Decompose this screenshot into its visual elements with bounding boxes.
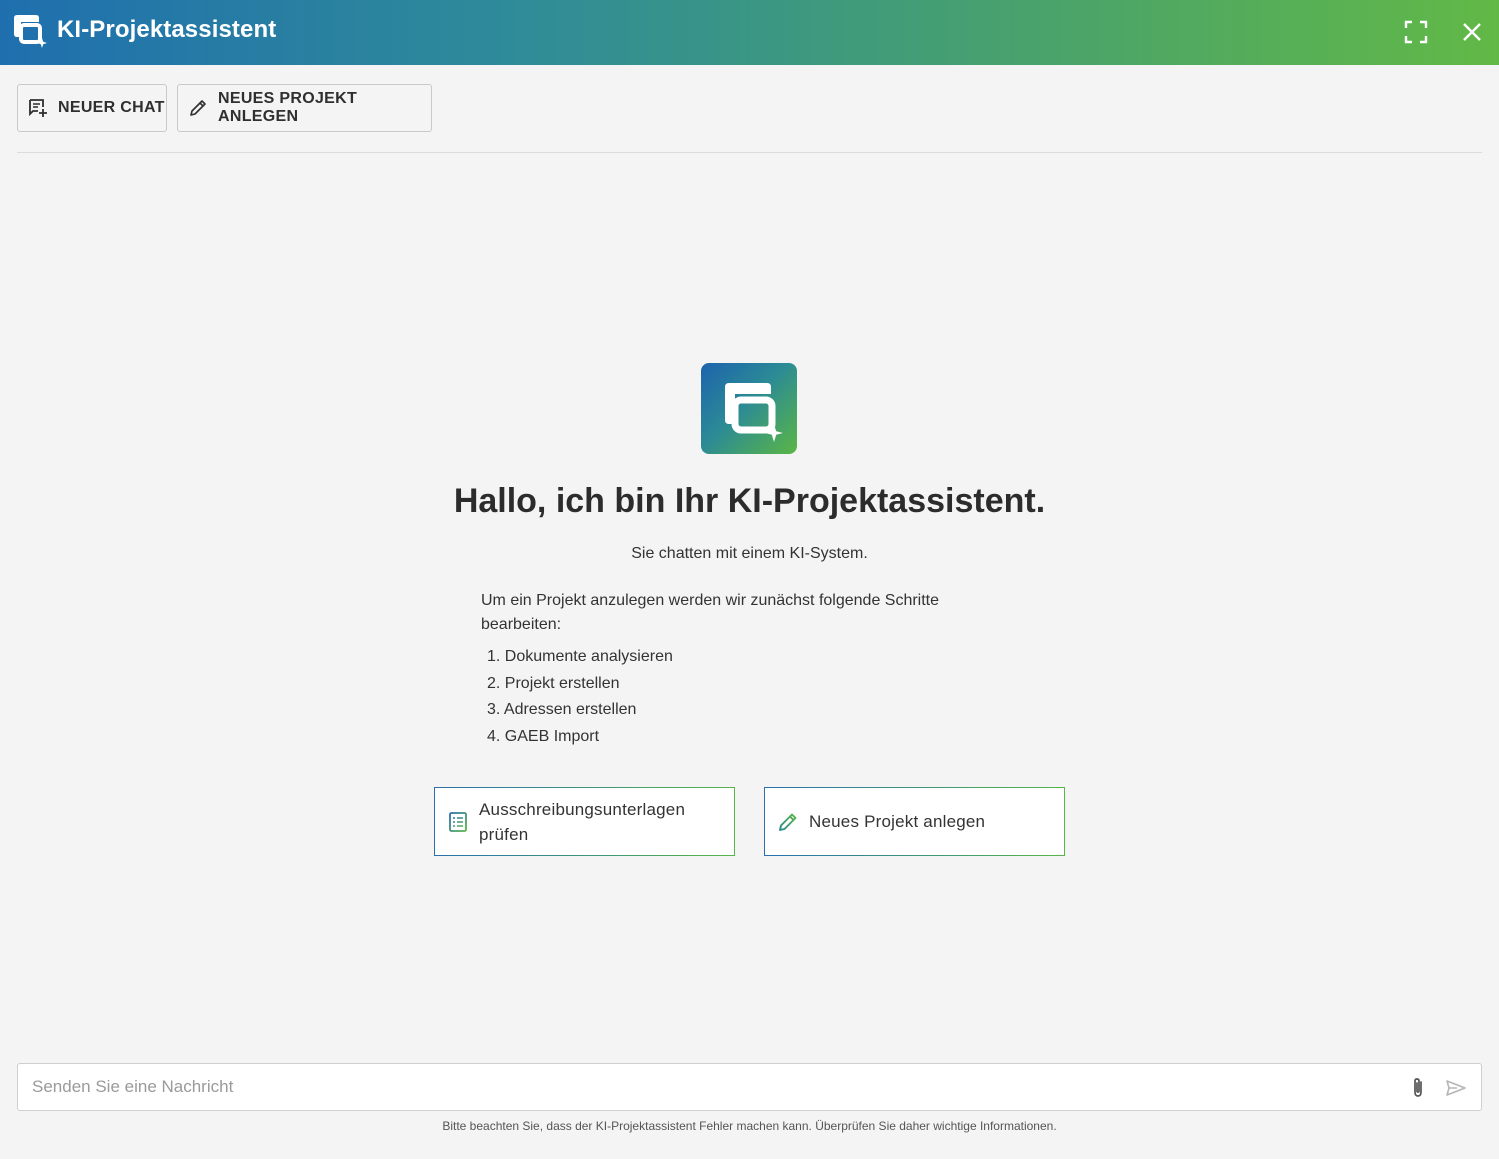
message-input[interactable]	[32, 1064, 1392, 1110]
new-project-button[interactable]: NEUES PROJEKT ANLEGEN	[177, 84, 432, 132]
window-title: KI-Projektassistent	[57, 16, 277, 43]
send-icon	[1446, 1080, 1466, 1096]
list-item: 2. Projekt erstellen	[487, 674, 620, 692]
welcome-title: Hallo, ich bin Ihr KI-Projektassistent.	[453, 482, 1046, 520]
attach-button[interactable]	[1406, 1076, 1430, 1100]
toolbar-divider	[17, 152, 1482, 153]
disclaimer-text: Bitte beachten Sie, dass der KI-Projekta…	[442, 1119, 1057, 1133]
list-item: 1. Dokumente analysieren	[487, 648, 673, 665]
paperclip-icon	[1414, 1078, 1422, 1097]
title-bar: KI-Projektassistent	[0, 0, 1499, 65]
list-item: 3. Adressen erstellen	[487, 701, 637, 718]
new-chat-icon	[28, 98, 48, 118]
assistant-logo-icon	[701, 363, 797, 454]
close-button[interactable]	[1458, 18, 1486, 46]
fullscreen-icon	[1404, 20, 1428, 44]
list-item: 4. GAEB Import	[487, 727, 600, 745]
close-icon	[1463, 23, 1481, 41]
welcome-subtitle: Sie chatten mit einem KI-System.	[631, 545, 868, 562]
steps-list: 1. Dokumente analysieren 2. Projekt erst…	[487, 646, 673, 752]
new-chat-button[interactable]: NEUER CHAT	[17, 84, 167, 132]
fullscreen-button[interactable]	[1402, 18, 1430, 46]
pencil-icon	[777, 811, 799, 833]
send-button[interactable]	[1444, 1076, 1468, 1100]
create-project-label: Neues Projekt anlegen	[809, 812, 986, 831]
list-document-icon	[447, 811, 469, 833]
review-tender-documents-button[interactable]: Ausschreibungsunterlagen prüfen	[434, 787, 735, 856]
new-chat-label: NEUER CHAT	[58, 99, 165, 116]
new-project-label: NEUES PROJEKT ANLEGEN	[218, 90, 358, 125]
welcome-intro: Um ein Projekt anzulegen werden wir zunä…	[481, 592, 940, 633]
create-project-button[interactable]: Neues Projekt anlegen	[764, 787, 1065, 856]
review-tender-documents-label: Ausschreibungsunterlagen prüfen	[479, 800, 686, 844]
pencil-icon	[188, 98, 208, 118]
app-logo-icon	[11, 13, 47, 49]
message-composer	[17, 1063, 1482, 1111]
